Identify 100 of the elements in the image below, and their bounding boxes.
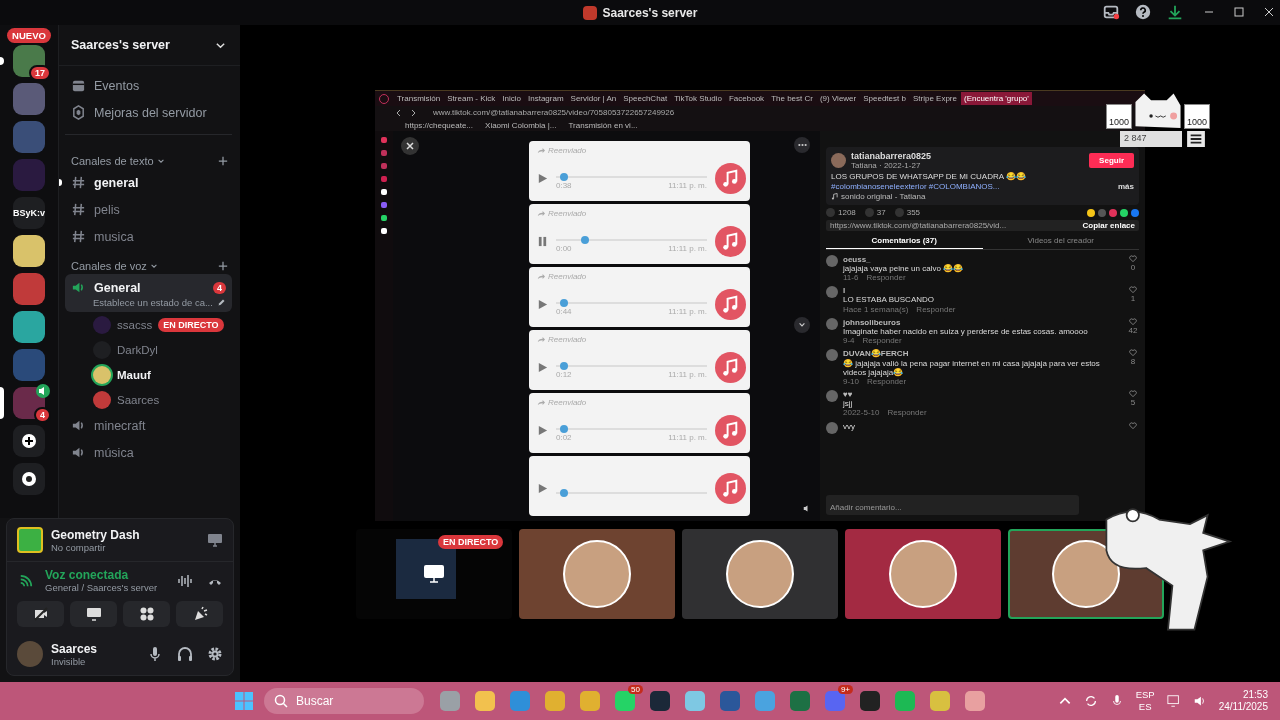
add-server-button[interactable] <box>13 425 45 457</box>
browser-tab[interactable]: Stream - Kick <box>444 92 499 105</box>
next-button[interactable] <box>794 317 810 333</box>
close-button[interactable] <box>401 137 419 155</box>
menu-icon[interactable] <box>1187 131 1205 147</box>
play-icon[interactable] <box>537 362 548 373</box>
browser-tab[interactable]: The best Cr <box>768 92 816 105</box>
bookmark[interactable]: Xiaomi Colombia |... <box>485 120 557 130</box>
language-indicator[interactable]: ES <box>1138 701 1152 713</box>
play-icon[interactable] <box>537 425 548 436</box>
user-avatar[interactable] <box>826 421 838 434</box>
category-header[interactable]: Canales de voz <box>71 260 147 272</box>
browser-tab[interactable]: Inicio <box>499 92 524 105</box>
more-link[interactable]: más <box>1118 181 1134 191</box>
chevron-down-icon[interactable] <box>156 157 165 165</box>
explorer-app-icon[interactable] <box>475 691 495 711</box>
download-icon[interactable] <box>1166 3 1184 21</box>
comment-author[interactable]: I <box>843 286 1122 296</box>
browser-tab[interactable]: Transmisión <box>394 92 444 105</box>
reply-link[interactable]: Responder <box>866 273 906 283</box>
user-avatar[interactable] <box>831 153 846 169</box>
paint-app-icon[interactable] <box>965 691 985 711</box>
clock-date[interactable]: 24/11/2025 <box>1218 701 1268 713</box>
language-indicator[interactable]: ESP <box>1135 689 1155 701</box>
sidebar-app-icon[interactable] <box>381 202 387 208</box>
play-icon[interactable] <box>537 299 548 310</box>
sidebar-app-icon[interactable] <box>381 189 387 195</box>
inbox-icon[interactable] <box>1102 3 1120 21</box>
maximize-icon[interactable] <box>1234 7 1244 17</box>
channel-item[interactable]: música <box>65 439 232 466</box>
start-icon[interactable] <box>234 691 254 711</box>
headphones-icon[interactable] <box>177 646 193 662</box>
reply-link[interactable]: Responder <box>887 408 927 418</box>
channel-item[interactable]: pelis <box>65 196 232 223</box>
play-icon[interactable] <box>537 173 548 184</box>
comment-input[interactable]: Añadir comentario... <box>830 502 1075 512</box>
browser-tab[interactable]: (Encuentra 'grupo' <box>960 92 1032 105</box>
comment-author[interactable]: DUVAN😂FERCH <box>843 349 1122 359</box>
browser-tab[interactable]: Servidor | An <box>567 92 620 105</box>
voice-status[interactable]: Voz conectada <box>45 568 163 582</box>
sidebar-app-icon[interactable] <box>381 176 387 182</box>
chevron-down-icon[interactable] <box>149 262 158 270</box>
browser-tab[interactable]: Speedtest b <box>860 92 909 105</box>
server-button[interactable]: BSyK:v <box>0 197 58 229</box>
steam-app-icon[interactable] <box>650 691 670 711</box>
settings-icon[interactable] <box>207 646 223 662</box>
search-field[interactable]: Buscar <box>296 694 396 708</box>
camera-off-button[interactable] <box>17 601 64 627</box>
add-channel-icon[interactable] <box>218 156 228 166</box>
reply-link[interactable]: Responder <box>916 304 956 314</box>
member-name[interactable]: ssacss <box>117 318 153 331</box>
search-box[interactable]: Buscar <box>264 688 424 714</box>
comment-field[interactable]: Añadir comentario... <box>826 494 1079 515</box>
sidebar-app-icon[interactable] <box>381 163 387 169</box>
server-name[interactable]: Saarces's server <box>71 38 170 52</box>
comment-author[interactable]: ♥♥ <box>843 390 1122 400</box>
screen-share-button[interactable] <box>70 601 117 627</box>
member-name[interactable]: DarkDyl <box>117 343 158 356</box>
sidebar-link[interactable]: Eventos <box>94 78 140 93</box>
help-icon[interactable] <box>1134 3 1152 21</box>
reply-link[interactable]: Responder <box>867 376 907 387</box>
explore-button[interactable] <box>13 463 45 495</box>
pencil-icon[interactable] <box>217 298 226 307</box>
user-avatar[interactable] <box>826 317 838 330</box>
user-avatar[interactable] <box>826 349 838 362</box>
channel-item[interactable]: musica <box>65 223 232 250</box>
follow-button[interactable]: Seguir <box>1089 153 1134 169</box>
copy-link-button[interactable]: Copiar enlace <box>1082 221 1135 231</box>
obs-app-icon[interactable] <box>860 691 880 711</box>
member-name[interactable]: Mauuf <box>117 368 151 381</box>
sidebar-app-icon[interactable] <box>381 228 387 234</box>
bookmark[interactable]: Transmisión en vi... <box>568 120 638 130</box>
sidebar-app-icon[interactable] <box>381 137 387 143</box>
soundboard-button[interactable] <box>176 601 223 627</box>
participant-tile[interactable] <box>682 529 838 619</box>
back-icon[interactable] <box>395 108 403 117</box>
tab[interactable]: Videos del creador <box>982 234 1139 249</box>
pause-icon[interactable] <box>537 236 548 247</box>
microphone-icon[interactable] <box>147 646 163 662</box>
user-avatar[interactable] <box>826 286 838 299</box>
sync-icon[interactable] <box>1083 694 1098 708</box>
user-avatar[interactable] <box>826 390 838 403</box>
audio-slider-thumb[interactable] <box>559 362 568 370</box>
notepad-app-icon[interactable] <box>685 691 705 711</box>
browser-tab[interactable]: (9) Viewer <box>816 92 860 105</box>
audio-slider-thumb[interactable] <box>559 488 568 497</box>
clock-time[interactable]: 21:53 <box>1242 689 1268 701</box>
browser-tab[interactable]: Facebook <box>726 92 768 105</box>
channel-item[interactable]: general <box>65 169 232 196</box>
comment-author[interactable]: johnsolibeuros <box>843 317 1122 327</box>
category-header[interactable]: Canales de texto <box>71 155 154 167</box>
sidebar-link[interactable]: Mejoras del servidor <box>94 105 207 120</box>
reply-link[interactable]: Responder <box>862 336 902 346</box>
bookmark[interactable]: https://chequeate... <box>405 120 474 130</box>
chrome-app-icon[interactable] <box>580 691 600 711</box>
user-avatar[interactable] <box>826 254 838 267</box>
member-name[interactable]: Saarces <box>117 393 160 406</box>
chrome-app-icon[interactable] <box>545 691 565 711</box>
network-icon[interactable] <box>1166 694 1181 708</box>
whatsapp-app-icon[interactable] <box>615 691 635 711</box>
